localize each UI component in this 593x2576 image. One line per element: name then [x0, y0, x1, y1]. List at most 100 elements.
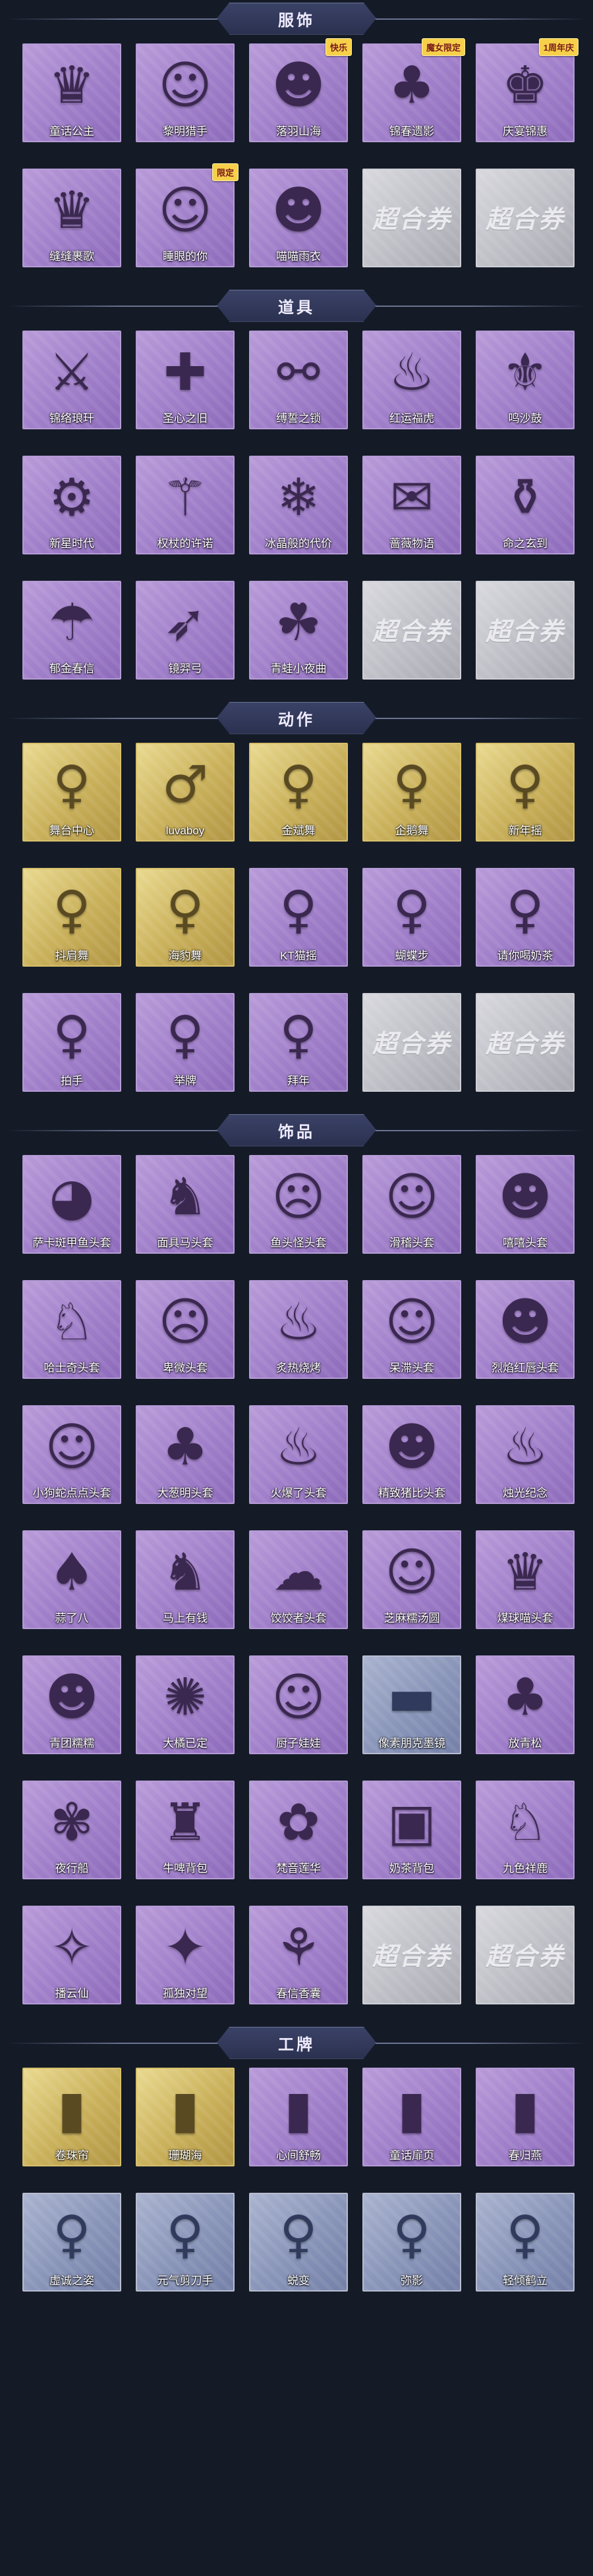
item-card[interactable]: ☺ 小狗蛇点点头套 [22, 1405, 121, 1504]
item-card[interactable]: ☻ 烈焰红唇头套 [476, 1280, 575, 1379]
item-card[interactable]: ♀ 元气剪刀手 [136, 2193, 235, 2292]
item-icon: ♞ [162, 1543, 208, 1602]
item-icon: ⚯ [277, 343, 320, 402]
item-card[interactable]: ⚚ 权杖的许诺 [136, 456, 235, 554]
item-card[interactable]: ♛ 煤球喵头套 [476, 1530, 575, 1629]
item-card[interactable]: ☻ 精致猪比头套 [362, 1405, 461, 1504]
item-card[interactable]: ▮ 春归燕 [476, 2068, 575, 2166]
item-card[interactable]: ♀ 新年摇 [476, 743, 575, 842]
item-card[interactable]: ☺ 黎明猎手 [136, 43, 235, 142]
empty-slot-card[interactable]: 超合券 [362, 169, 461, 267]
item-card[interactable]: ♀ 虚诚之姿 [22, 2193, 121, 2292]
item-card[interactable]: ♀ 金斌舞 [249, 743, 348, 842]
item-card[interactable]: ✿ 梵音莲华 [249, 1781, 348, 1879]
item-card[interactable]: ☘ 青蛙小夜曲 [249, 581, 348, 680]
item-card[interactable]: ♠ 蒜了八 [22, 1530, 121, 1629]
item-card[interactable]: ♘ 九色祥鹿 [476, 1781, 575, 1879]
item-card[interactable]: ⚙ 新星时代 [22, 456, 121, 554]
item-icon: ⚱ [503, 468, 547, 527]
item-card[interactable]: ☺ 芝麻糯汤圆 [362, 1530, 461, 1629]
item-card[interactable]: ♀ 举牌 [136, 993, 235, 1092]
item-card[interactable]: ♨ 红运福虎 [362, 331, 461, 429]
item-card[interactable]: ▬ 像素朋克墨镜 [362, 1655, 461, 1754]
empty-slot-card[interactable]: 超合券 [476, 169, 575, 267]
section-header: 动作 [0, 699, 593, 736]
item-card[interactable]: ♀ 蝴蝶步 [362, 868, 461, 967]
item-card[interactable]: ☺ 厨子娃娃 [249, 1655, 348, 1754]
item-card[interactable]: ◕ 萨卡斑甲鱼头套 [22, 1155, 121, 1254]
item-card[interactable]: ✉ 蔷薇物语 [362, 456, 461, 554]
empty-slot-card[interactable]: 超合券 [362, 581, 461, 680]
item-card[interactable]: ▮ 珊瑚海 [136, 2068, 235, 2166]
item-card[interactable]: ♀ KT猫摇 [249, 868, 348, 967]
item-card[interactable]: ♨ 火爆了头套 [249, 1405, 348, 1504]
item-card[interactable]: ♀ 拜年 [249, 993, 348, 1092]
item-card[interactable]: ♀ 弥影 [362, 2193, 461, 2292]
item-card[interactable]: ☂ 郁金春信 [22, 581, 121, 680]
item-card[interactable]: ♀ 蜕变 [249, 2193, 348, 2292]
empty-slot-card[interactable]: 超合券 [362, 1906, 461, 2004]
item-card[interactable]: ♣ 放青松 [476, 1655, 575, 1754]
item-label: 滑稽头套 [389, 1237, 434, 1249]
item-card[interactable]: ☹ 鱼头怪头套 [249, 1155, 348, 1254]
item-card[interactable]: ☹ 卑微头套 [136, 1280, 235, 1379]
item-label: 锦春遗影 [389, 125, 434, 138]
item-card[interactable]: ♚ 1周年庆 庆宴锦惠 [476, 38, 579, 142]
item-card[interactable]: ♨ 烛光纪念 [476, 1405, 575, 1504]
item-icon: ▮ [397, 2080, 426, 2139]
item-card[interactable]: ▮ 心间舒畅 [249, 2068, 348, 2166]
item-label: 小狗蛇点点头套 [32, 1487, 111, 1499]
section-header: 工牌 [0, 2024, 593, 2061]
item-card[interactable]: ✺ 大橘已定 [136, 1655, 235, 1754]
item-card[interactable]: ▮ 童话扉页 [362, 2068, 461, 2166]
item-card[interactable]: ♂ luvaboy [136, 743, 235, 842]
item-card[interactable]: ⚔ 锦络琅玕 [22, 331, 121, 429]
item-card[interactable]: ♀ 企鹅舞 [362, 743, 461, 842]
item-card[interactable]: ♛ 童话公主 [22, 43, 121, 142]
item-card[interactable]: ☺ 呆滞头套 [362, 1280, 461, 1379]
item-card[interactable]: ☻ 喵喵雨衣 [249, 169, 348, 267]
item-card[interactable]: ⚜ 鸣沙鼓 [476, 331, 575, 429]
item-label: 呆滞头套 [389, 1362, 434, 1374]
item-card[interactable]: ♛ 缝缝裹歌 [22, 169, 121, 267]
item-card[interactable]: ❄ 冰晶般的代价 [249, 456, 348, 554]
item-card[interactable]: ⚱ 命之玄到 [476, 456, 575, 554]
item-card[interactable]: ♀ 海豹舞 [136, 868, 235, 967]
empty-slot-card[interactable]: 超合券 [362, 993, 461, 1092]
section-title: 饰品 [217, 1114, 376, 1146]
item-card[interactable]: ♞ 面具马头套 [136, 1155, 235, 1254]
item-card[interactable]: ♀ 拍手 [22, 993, 121, 1092]
item-card[interactable]: ♣ 大葱明头套 [136, 1405, 235, 1504]
empty-slot-card[interactable]: 超合券 [476, 993, 575, 1092]
item-card[interactable]: ♨ 炙热烧烤 [249, 1280, 348, 1379]
item-card[interactable]: ♞ 马上有钱 [136, 1530, 235, 1629]
item-card[interactable]: ☺ 限定 睡眼的你 [136, 163, 239, 267]
item-card[interactable]: ▣ 奶茶背包 [362, 1781, 461, 1879]
item-card[interactable]: ♀ 请你喝奶茶 [476, 868, 575, 967]
item-card[interactable]: ⚯ 缚誓之锁 [249, 331, 348, 429]
item-card[interactable]: ▮ 卷珠帘 [22, 2068, 121, 2166]
section-header: 道具 [0, 287, 593, 324]
item-card[interactable]: ✧ 播云仙 [22, 1906, 121, 2004]
item-card[interactable]: ☻ 青团糯糯 [22, 1655, 121, 1754]
item-card[interactable]: ♘ 哈士奇头套 [22, 1280, 121, 1379]
item-label: 烛光纪念 [503, 1487, 548, 1499]
item-card[interactable]: ⚘ 春信香囊 [249, 1906, 348, 2004]
item-label: 嘻嘻头套 [503, 1237, 548, 1249]
item-card[interactable]: ♀ 舞台中心 [22, 743, 121, 842]
item-card[interactable]: ♣ 魔女限定 锦春遗影 [362, 38, 465, 142]
item-card[interactable]: ✚ 圣心之旧 [136, 331, 235, 429]
item-card[interactable]: ✦ 孤独对望 [136, 1906, 235, 2004]
item-card[interactable]: ♀ 抖肩舞 [22, 868, 121, 967]
item-card[interactable]: ☻ 嘻嘻头套 [476, 1155, 575, 1254]
empty-slot-card[interactable]: 超合券 [476, 1906, 575, 2004]
item-grid: ◕ 萨卡斑甲鱼头套 ♞ 面具马头套 ☹ 鱼头怪头套 ☺ 滑稽头套 ☻ 嘻嘻头套 ♘ 哈士奇头套 ☹ 卑微头… [0, 1148, 593, 2024]
item-card[interactable]: ♜ 牛啤背包 [136, 1781, 235, 1879]
empty-slot-card[interactable]: 超合券 [476, 581, 575, 680]
item-card[interactable]: ☺ 滑稽头套 [362, 1155, 461, 1254]
item-card[interactable]: ☻ 快乐 落羽山海 [249, 38, 352, 142]
item-card[interactable]: ✾ 夜行船 [22, 1781, 121, 1879]
item-card[interactable]: ☁ 饺饺者头套 [249, 1530, 348, 1629]
item-card[interactable]: ♀ 轻倾鹤立 [476, 2193, 575, 2292]
item-card[interactable]: ➶ 镜羿弓 [136, 581, 235, 680]
